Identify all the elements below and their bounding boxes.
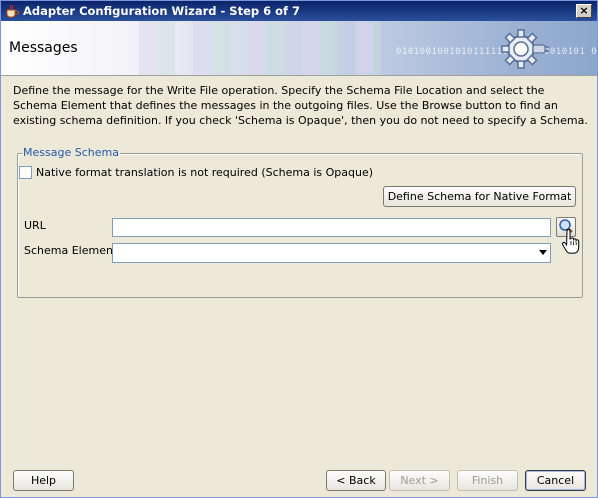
coffee-cup-icon — [6, 4, 19, 18]
instructions-text: Define the message for the Write File op… — [13, 84, 588, 127]
hand-pointer-icon — [561, 229, 580, 254]
url-input[interactable] — [112, 218, 551, 237]
close-button[interactable]: × — [576, 4, 592, 18]
schema-element-select[interactable] — [112, 243, 551, 263]
wizard-window: Adapter Configuration Wizard - Step 6 of… — [0, 0, 598, 498]
page-title: Messages — [9, 40, 78, 56]
back-button[interactable]: < Back — [326, 470, 386, 491]
banner-stripes — [121, 21, 381, 75]
chevron-down-icon[interactable] — [539, 250, 547, 255]
define-schema-button[interactable]: Define Schema for Native Format — [383, 186, 576, 207]
gear-plug-icon — [501, 29, 549, 69]
schema-opaque-label[interactable]: Native format translation is not require… — [36, 166, 373, 179]
cancel-button[interactable]: Cancel — [525, 470, 586, 491]
message-schema-legend: Message Schema — [22, 146, 120, 159]
wizard-banner: 0101001001010111110101 010010101 0101 Me… — [1, 21, 597, 76]
schema-element-label: Schema Element — [24, 244, 118, 257]
title-bar[interactable]: Adapter Configuration Wizard - Step 6 of… — [1, 1, 597, 21]
next-button[interactable]: Next > — [389, 470, 450, 491]
schema-opaque-checkbox[interactable] — [19, 166, 32, 179]
finish-button[interactable]: Finish — [457, 470, 518, 491]
url-label: URL — [24, 219, 46, 232]
window-title: Adapter Configuration Wizard - Step 6 of… — [23, 4, 301, 18]
banner-binary-decoration: 0101001001010111110101 010010101 0101 — [396, 47, 597, 57]
help-button[interactable]: Help — [13, 470, 74, 491]
